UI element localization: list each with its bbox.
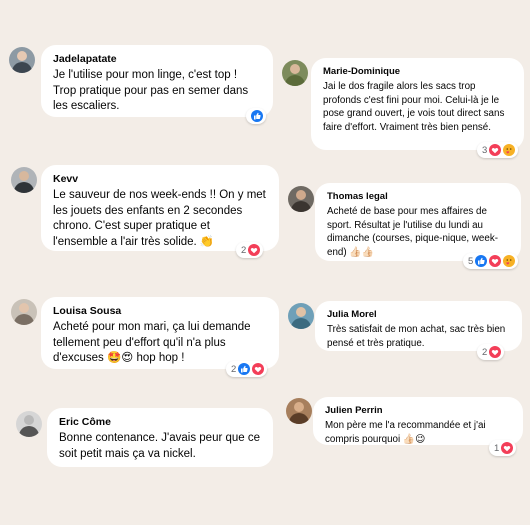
care-icon	[503, 255, 516, 267]
reaction-count: 1	[494, 442, 500, 454]
reaction-summary[interactable]: 2	[477, 344, 505, 360]
avatar[interactable]	[11, 299, 37, 325]
love-icon	[248, 244, 261, 256]
author-name[interactable]: Julien Perrin	[325, 404, 511, 417]
comment-bubble: Eric Côme Bonne contenance. J'avais peur…	[47, 408, 273, 467]
reaction-summary[interactable]: 2	[226, 361, 268, 377]
avatar[interactable]	[286, 398, 312, 424]
author-name[interactable]: Louisa Sousa	[53, 304, 267, 318]
reaction-summary[interactable]: 1	[489, 440, 517, 456]
comment-text: Bonne contenance. J'avais peur que ce so…	[59, 432, 261, 460]
avatar[interactable]	[288, 186, 314, 212]
love-icon	[489, 346, 502, 358]
reaction-count: 5	[468, 255, 474, 267]
comment-bubble: Julien Perrin Mon père me l'a recommandé…	[313, 397, 523, 445]
comment-bubble: Kevv Le sauveur de nos week-ends !! On y…	[41, 165, 279, 251]
comment-bubble: Marie-Dominique Jai le dos fragile alors…	[311, 58, 524, 150]
reaction-summary[interactable]: 3	[477, 142, 519, 158]
comment-bubble: Jadelapatate Je l'utilise pour mon linge…	[41, 45, 273, 117]
like-icon	[238, 363, 251, 375]
author-name[interactable]: Julia Morel	[327, 308, 510, 321]
comment-text: Le sauveur de nos week-ends !! On y met …	[53, 189, 266, 248]
author-name[interactable]: Kevv	[53, 172, 267, 186]
comment-text: Je l'utilise pour mon linge, c'est top !…	[53, 69, 249, 113]
author-name[interactable]: Jadelapatate	[53, 52, 261, 66]
comment-text: Acheté de base pour mes affaires de spor…	[327, 206, 498, 258]
comment-text: Mon père me l'a recommandée et j'ai comp…	[325, 420, 486, 445]
comment-bubble: Thomas legal Acheté de base pour mes aff…	[315, 183, 521, 261]
avatar[interactable]	[16, 411, 42, 437]
reaction-count: 2	[231, 363, 237, 375]
author-name[interactable]: Marie-Dominique	[323, 65, 512, 78]
reaction-count: 2	[482, 346, 488, 358]
avatar[interactable]	[9, 47, 35, 73]
love-icon	[489, 144, 502, 156]
author-name[interactable]: Eric Côme	[59, 415, 261, 429]
like-icon	[475, 255, 488, 267]
reaction-count: 2	[241, 244, 247, 256]
comment-bubble: Louisa Sousa Acheté pour mon mari, ça lu…	[41, 297, 279, 369]
reaction-count: 3	[482, 144, 488, 156]
reaction-summary[interactable]: 5	[463, 253, 519, 269]
love-icon	[489, 255, 502, 267]
love-icon	[252, 363, 265, 375]
reaction-summary[interactable]	[246, 108, 266, 124]
comment-text: Acheté pour mon mari, ça lui demande tel…	[53, 321, 251, 365]
avatar[interactable]	[282, 60, 308, 86]
reaction-summary[interactable]: 2	[236, 242, 264, 258]
care-icon	[503, 144, 516, 156]
avatar[interactable]	[11, 167, 37, 193]
comment-text: Jai le dos fragile alors les sacs trop p…	[323, 81, 505, 133]
like-icon	[251, 110, 263, 122]
author-name[interactable]: Thomas legal	[327, 190, 509, 203]
love-icon	[501, 442, 514, 454]
avatar[interactable]	[288, 303, 314, 329]
